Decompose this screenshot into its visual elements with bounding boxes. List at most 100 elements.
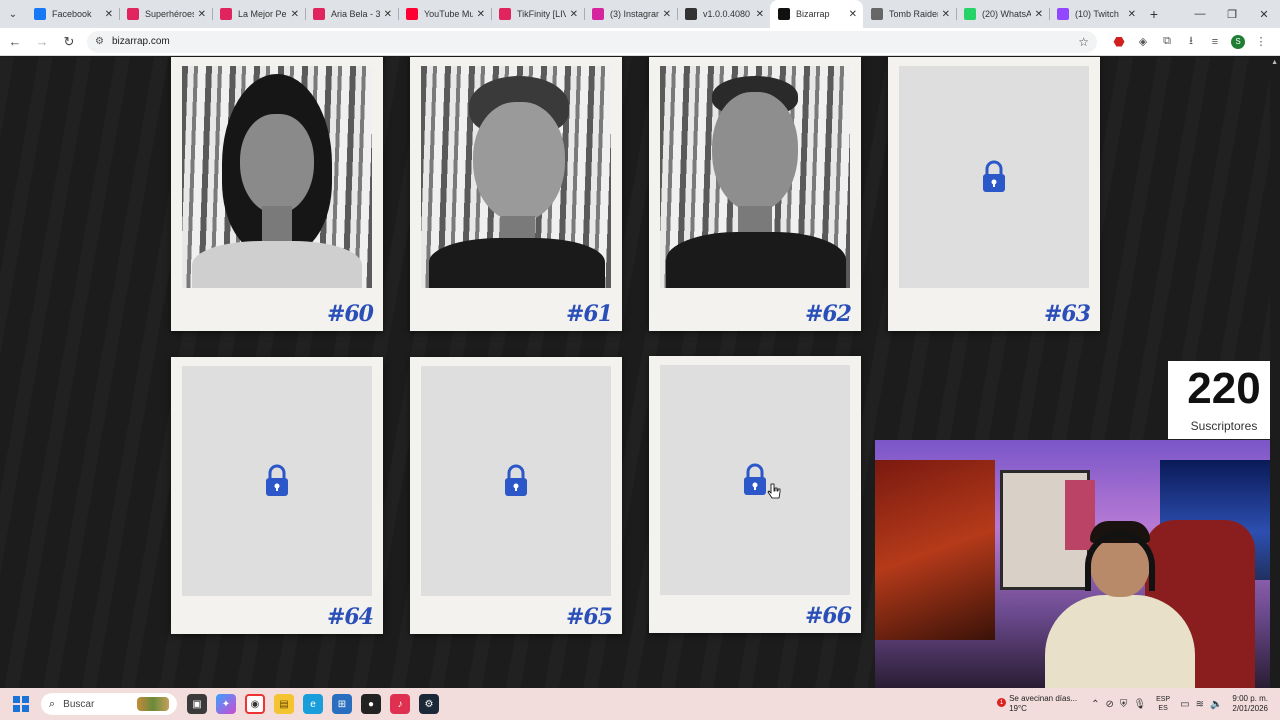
browser-tab[interactable]: Superhéroes ✕: [119, 0, 212, 28]
search-placeholder: Buscar: [63, 698, 95, 710]
card-64[interactable]: #64: [171, 357, 383, 634]
card-number: #61: [565, 301, 613, 327]
site-info-icon[interactable]: ⚙: [95, 36, 104, 47]
tab-favicon-icon: [499, 8, 511, 20]
close-window-icon[interactable]: ✕: [1248, 0, 1280, 28]
browser-tab[interactable]: Bizarrap ✕: [770, 0, 863, 28]
card-65[interactable]: #65: [410, 357, 622, 634]
artist-portrait: [421, 66, 611, 288]
tab-close-icon[interactable]: ✕: [198, 9, 206, 20]
card-60[interactable]: #60: [171, 57, 383, 331]
browser-tab[interactable]: La Mejor Peli ✕: [212, 0, 305, 28]
edge-icon[interactable]: e: [303, 694, 323, 714]
card-66[interactable]: #66: [649, 356, 861, 633]
file-explorer-icon[interactable]: ▤: [274, 694, 294, 714]
minimize-icon[interactable]: —: [1184, 0, 1216, 28]
vpn-icon[interactable]: ⛨: [1120, 699, 1128, 710]
tab-close-icon[interactable]: ✕: [663, 9, 671, 20]
download-icon[interactable]: ⭳: [1183, 34, 1199, 50]
tab-title: Tomb Raider: [889, 9, 938, 19]
windows-start-icon[interactable]: [13, 696, 29, 712]
page-scrollbar[interactable]: ▲: [1270, 57, 1280, 688]
tab-close-icon[interactable]: ✕: [291, 9, 299, 20]
back-button[interactable]: ←: [3, 30, 27, 54]
subscriber-counter: 220 Suscriptores: [1168, 361, 1280, 439]
card-61[interactable]: #61: [410, 57, 622, 331]
browser-tab[interactable]: Facebook ✕: [26, 0, 119, 28]
task-view-icon[interactable]: ▣: [187, 694, 207, 714]
tab-close-icon[interactable]: ✕: [105, 9, 113, 20]
steam-icon[interactable]: ⚙: [419, 694, 439, 714]
volume-icon[interactable]: 🔈: [1210, 699, 1222, 710]
tiktok-live-icon[interactable]: ♪: [390, 694, 410, 714]
tab-title: (10) Twitch: [1075, 9, 1119, 19]
adblock-extension-icon[interactable]: ⬣: [1111, 34, 1127, 50]
tab-close-icon[interactable]: ✕: [384, 9, 392, 20]
taskbar-clock[interactable]: 9:00 p. m. 2/01/2026: [1232, 694, 1268, 714]
browser-tab[interactable]: YouTube Music ✕: [398, 0, 491, 28]
card-number: #66: [804, 603, 852, 629]
lang-region: ES: [1158, 705, 1168, 712]
new-tab-button[interactable]: +: [1142, 0, 1166, 28]
tab-close-icon[interactable]: ✕: [849, 9, 857, 20]
tab-title: v1.0.0.4080: [703, 9, 751, 19]
address-bar[interactable]: ⚙ bizarrap.com ☆: [87, 30, 1097, 53]
artist-portrait: [182, 66, 372, 288]
tab-title: Facebook: [52, 9, 92, 19]
tab-title: La Mejor Peli: [238, 9, 287, 19]
microphone-icon[interactable]: 🎙: [1133, 699, 1146, 710]
profile-avatar[interactable]: S: [1231, 34, 1245, 49]
lock-icon: [744, 463, 766, 495]
tab-close-icon[interactable]: ✕: [477, 9, 485, 20]
forward-button[interactable]: →: [30, 30, 54, 54]
language-indicator[interactable]: ESP ES: [1156, 695, 1170, 713]
artist-portrait: [660, 66, 850, 288]
card-62[interactable]: #62: [649, 57, 861, 331]
restore-icon[interactable]: ❐: [1216, 0, 1248, 28]
tab-search-button[interactable]: ⌄: [0, 0, 26, 28]
browser-tab[interactable]: Tomb Raider ✕: [863, 0, 956, 28]
tab-close-icon[interactable]: ✕: [1128, 9, 1136, 20]
tab-title: (20) WhatsApp: [982, 9, 1031, 19]
browser-toolbar: ← → ↻ ⚙ bizarrap.com ☆ ⬣ ◈ ⧉ ⭳ ≡ S ⋮: [0, 28, 1280, 56]
wifi-icon[interactable]: ≋: [1196, 699, 1204, 710]
network-off-icon[interactable]: ⊘: [1106, 699, 1114, 710]
tab-close-icon[interactable]: ✕: [756, 9, 764, 20]
browser-tab[interactable]: (10) Twitch ✕: [1049, 0, 1142, 28]
tab-favicon-icon: [406, 8, 418, 20]
weather-widget[interactable]: 1 Se avecinan días... 19°C: [991, 694, 1077, 714]
reload-button[interactable]: ↻: [57, 30, 81, 54]
chevron-up-icon[interactable]: ⌃: [1091, 699, 1099, 710]
scroll-up-icon[interactable]: ▲: [1271, 59, 1278, 66]
url-text[interactable]: bizarrap.com: [112, 36, 1078, 47]
card-number: #65: [565, 604, 613, 630]
tab-close-icon[interactable]: ✕: [942, 9, 950, 20]
tab-close-icon[interactable]: ✕: [1035, 9, 1043, 20]
lock-icon: [983, 160, 1005, 192]
obs-icon[interactable]: ●: [361, 694, 381, 714]
browser-tab[interactable]: (20) WhatsApp ✕: [956, 0, 1049, 28]
store-icon[interactable]: ⊞: [332, 694, 352, 714]
extensions-puzzle-icon[interactable]: ⧉: [1159, 34, 1175, 50]
tab-favicon-icon: [1057, 8, 1069, 20]
tab-favicon-icon: [127, 8, 139, 20]
display-icon[interactable]: ▭: [1180, 699, 1189, 710]
streamer: [1045, 521, 1195, 688]
tab-close-icon[interactable]: ✕: [570, 9, 578, 20]
taskbar-search[interactable]: ⌕ Buscar: [41, 693, 177, 715]
browser-tab[interactable]: (3) Instagram ✕: [584, 0, 677, 28]
card-63[interactable]: #63: [888, 57, 1100, 331]
browser-tab[interactable]: TikFinity [LIVE] ✕: [491, 0, 584, 28]
card-number: #60: [326, 301, 374, 327]
browser-tab[interactable]: v1.0.0.4080 ✕: [677, 0, 770, 28]
extension-icon[interactable]: ◈: [1135, 34, 1151, 50]
browser-tab[interactable]: Aria Bela - 3 ✕: [305, 0, 398, 28]
reading-list-icon[interactable]: ≡: [1207, 34, 1223, 50]
card-photo: [421, 66, 611, 288]
bookmark-star-icon[interactable]: ☆: [1078, 35, 1089, 49]
windows-taskbar: ⌕ Buscar ▣ ✦ ◉ ▤ e ⊞ ● ♪ ⚙ 1 Se avecinan…: [0, 688, 1280, 720]
chrome-icon[interactable]: ◉: [245, 694, 265, 714]
tab-title: Superhéroes: [145, 9, 194, 19]
copilot-icon[interactable]: ✦: [216, 694, 236, 714]
menu-icon[interactable]: ⋮: [1253, 34, 1269, 50]
